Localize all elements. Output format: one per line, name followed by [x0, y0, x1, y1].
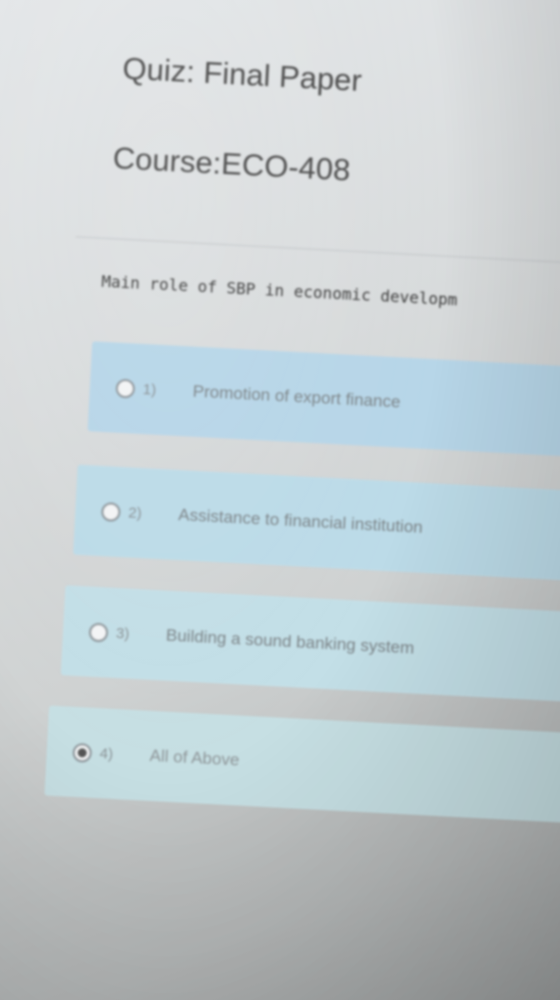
option-3-radio[interactable]: [88, 622, 109, 643]
option-3-label: Building a sound banking system: [165, 625, 415, 658]
quiz-page: Quiz: Final Paper Course:ECO-408 Main ro…: [0, 0, 560, 1000]
option-1[interactable]: 1) Promotion of export finance: [87, 341, 560, 461]
option-3[interactable]: 3) Building a sound banking system: [60, 585, 560, 705]
option-4[interactable]: 4) All of Above: [44, 705, 560, 825]
option-4-number: 4): [99, 744, 114, 763]
option-4-label: All of Above: [149, 745, 240, 770]
option-1-radio[interactable]: [115, 378, 136, 399]
question-text: Main role of SBP in economic developm: [100, 271, 458, 310]
option-2-label: Assistance to financial institution: [177, 505, 424, 537]
option-3-number: 3): [115, 624, 130, 643]
header-divider: [75, 236, 560, 267]
course-title: Course:ECO-408: [111, 140, 352, 188]
option-2[interactable]: 2) Assistance to financial institution: [73, 464, 560, 584]
quiz-content: Quiz: Final Paper Course:ECO-408 Main ro…: [0, 0, 560, 825]
cropped-header-fragment: [100, 0, 462, 30]
option-1-label: Promotion of export finance: [192, 381, 401, 412]
option-2-number: 2): [127, 503, 143, 522]
option-2-radio[interactable]: [100, 501, 121, 522]
option-1-number: 1): [142, 380, 157, 399]
quiz-title: Quiz: Final Paper: [121, 50, 363, 99]
option-4-radio[interactable]: [72, 742, 93, 763]
